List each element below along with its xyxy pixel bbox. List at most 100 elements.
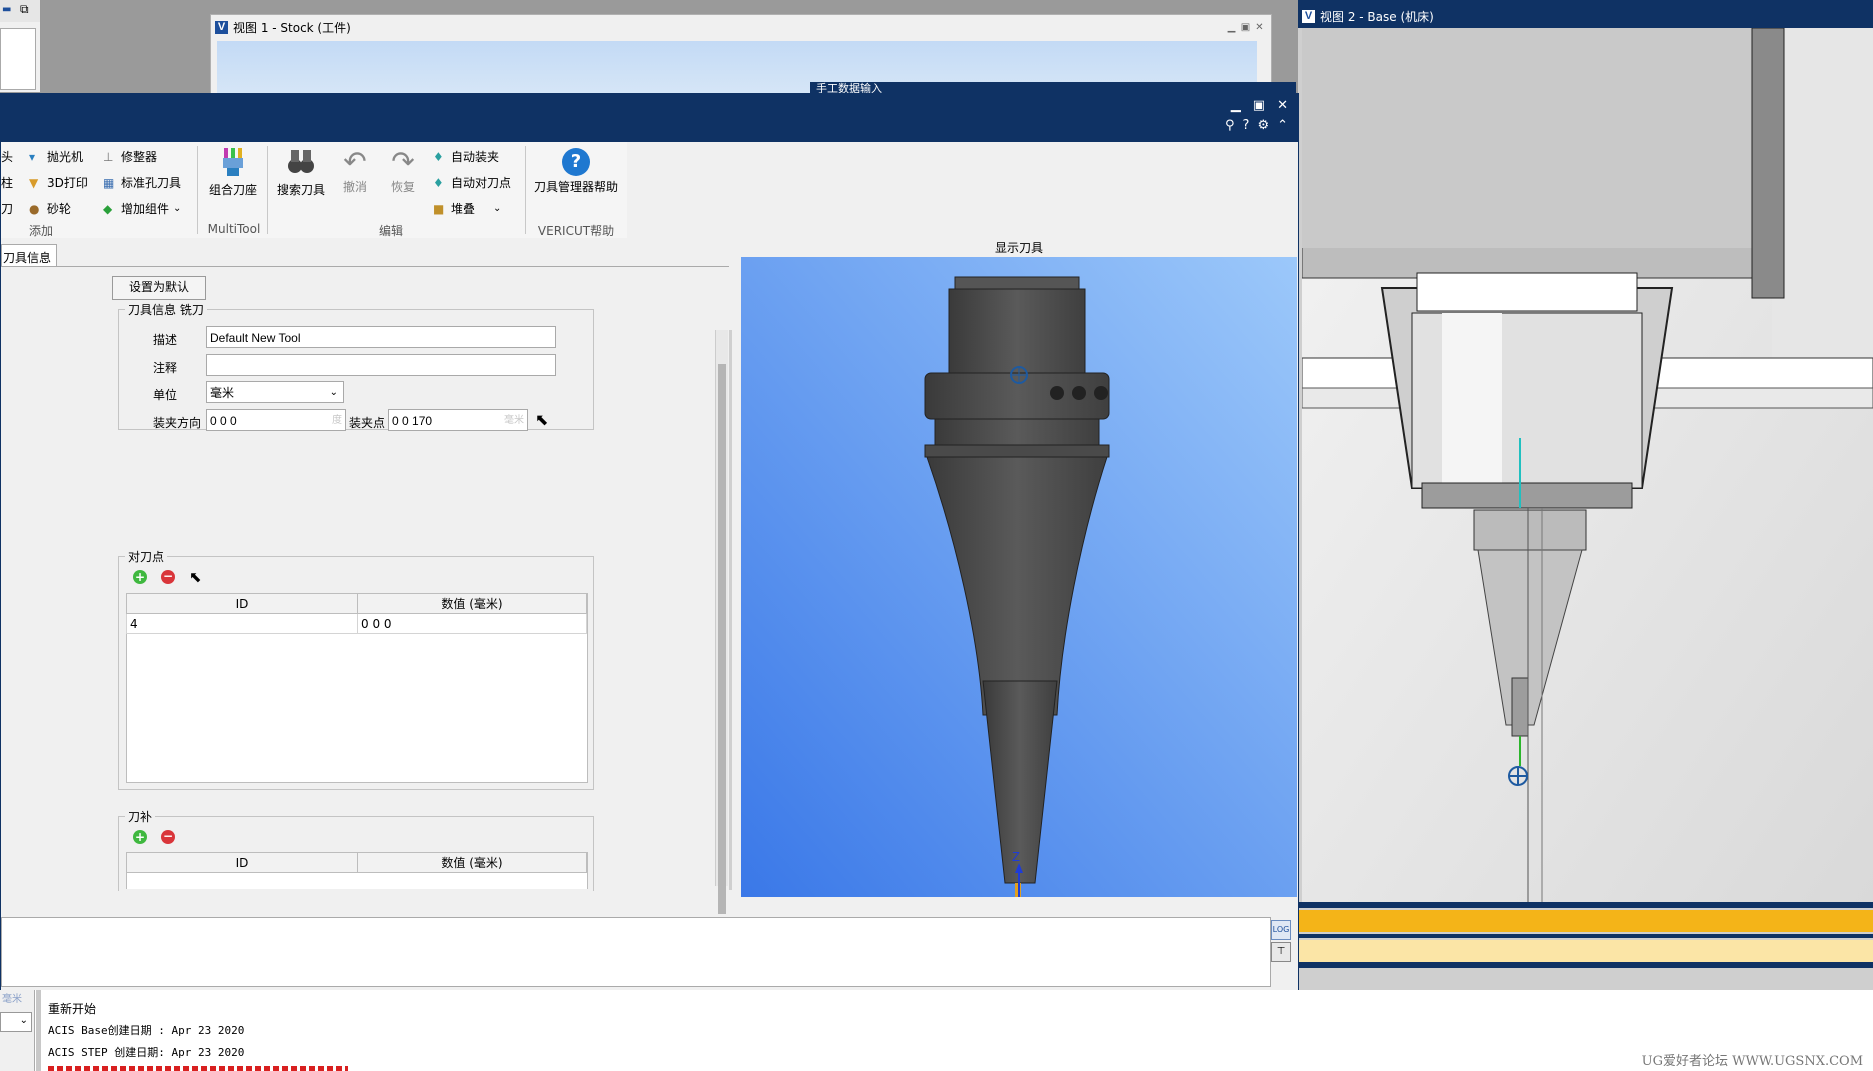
add-tool-point-icon[interactable]: +: [133, 570, 147, 584]
ribbon-add-head[interactable]: 头: [1, 148, 13, 165]
chevron-down-icon[interactable]: ⌄: [173, 203, 181, 214]
log-icon[interactable]: LOG: [1271, 920, 1291, 940]
auto-tool-point-button[interactable]: ♦ 自动对刀点: [433, 174, 511, 191]
log-line: 重新开始: [48, 1002, 97, 1016]
minimize-icon[interactable]: ▁: [1226, 23, 1237, 33]
chevron-down-icon[interactable]: ⌄: [493, 203, 501, 214]
log-splitter[interactable]: [36, 990, 41, 1071]
mount-direction-value: 0 0 0: [210, 414, 237, 428]
restore-icon[interactable]: ⧉: [20, 2, 29, 17]
ribbon-add-column[interactable]: 柱: [1, 174, 13, 191]
search-icon[interactable]: ⚲: [1225, 118, 1235, 133]
watermark: UG爱好者论坛 WWW.UGSNX.COM: [1641, 1054, 1863, 1069]
left-window-titlebar: ▬ ⧉: [0, 0, 40, 22]
ribbon-add-polisher[interactable]: ▾ 抛光机: [29, 148, 83, 165]
cut-unit-label: 毫米: [2, 994, 22, 1005]
format-icon[interactable]: ⊤: [1271, 942, 1291, 962]
group-label-multitool: MultiTool: [207, 222, 261, 236]
help-icon[interactable]: ?: [1243, 118, 1250, 133]
group-label-edit: 编辑: [378, 224, 403, 238]
add-tool-comp-icon[interactable]: +: [133, 830, 147, 844]
ribbon-separator: [197, 146, 198, 234]
panel-scrollbar[interactable]: [715, 330, 728, 914]
set-default-button[interactable]: 设置为默认: [112, 276, 206, 300]
pick-pointer-icon[interactable]: ⬉: [189, 568, 202, 586]
view2-title: 视图 2 - Base (机床): [1320, 10, 1434, 24]
mount-point-label: 装夹点: [349, 416, 386, 430]
machine-viewport[interactable]: [1302, 28, 1873, 902]
vericut-logo-icon: V: [1302, 10, 1315, 23]
undo-icon: ↶: [343, 145, 367, 178]
table-row[interactable]: 4 0 0 0: [126, 613, 587, 634]
window-controls: ▁ ▣ ✕: [1231, 98, 1288, 113]
auto-tool-point-icon: ♦: [433, 175, 444, 190]
column-header-id[interactable]: ID: [126, 852, 358, 873]
auto-mount-icon: ♦: [433, 149, 444, 164]
search-tool-button[interactable]: 搜索刀具: [273, 146, 329, 198]
log-line: ACIS STEP 创建日期: Apr 23 2020: [48, 1046, 245, 1059]
auto-mount-button[interactable]: ♦ 自动装夹: [433, 148, 499, 165]
column-header-value[interactable]: 数值 (毫米): [357, 593, 587, 614]
mount-point-value: 0 0 170: [392, 414, 433, 428]
view1-titlebar: V 视图 1 - Stock (工件): [215, 19, 351, 36]
view2-stripe-dark-2: [1298, 934, 1873, 938]
mount-direction-unit: 度: [332, 415, 342, 426]
view2-stripe-light: [1298, 940, 1873, 962]
tool-info-group-legend: 刀具信息 铣刀: [128, 303, 204, 317]
tool-manager-help-button[interactable]: ? 刀具管理器帮助: [531, 146, 621, 195]
tab-tool-info[interactable]: 刀具信息: [1, 244, 57, 267]
ribbon: 头 柱 刀 ▾ 抛光机 ▼ 3D打印 ● 砂轮 ⊥ 修整器 ▦ 标准孔刀具 ◆ 增加组件 ⌄…: [1, 142, 627, 239]
undo-button[interactable]: ↶ 撤消: [335, 146, 375, 195]
view1-window-controls: ▁ ▣ ✕: [1223, 19, 1265, 33]
column-header-value[interactable]: 数值 (毫米): [357, 852, 587, 873]
minimize-icon[interactable]: ▁: [1231, 98, 1241, 113]
mount-point-field[interactable]: 0 0 170 毫米: [388, 409, 528, 431]
message-area[interactable]: [1, 917, 1271, 987]
ribbon-add-3dprint[interactable]: ▼ 3D打印: [29, 174, 88, 191]
ribbon-add-dresser[interactable]: ⊥ 修整器: [103, 148, 157, 165]
tool-info-panel: 刀具信息 设置为默认 刀具信息 铣刀 描述 Default New Tool 注…: [1, 238, 732, 914]
close-icon[interactable]: ✕: [1277, 98, 1288, 113]
table-header-row: ID 数值 (毫米): [126, 593, 587, 614]
close-icon[interactable]: ✕: [1254, 23, 1265, 33]
description-field[interactable]: Default New Tool: [206, 326, 556, 348]
comment-field[interactable]: [206, 354, 556, 376]
table-cell-value[interactable]: 0 0 0: [357, 613, 587, 634]
chevron-down-icon: ⌄: [329, 387, 338, 398]
panel-splitter[interactable]: [729, 330, 732, 890]
mount-direction-field[interactable]: 0 0 0 度: [206, 409, 346, 431]
ribbon-add-standard-hole-tool[interactable]: ▦ 标准孔刀具: [103, 174, 181, 191]
group-label-help: VERICUT帮助: [537, 224, 615, 238]
tool-comp-group-legend: 刀补: [128, 810, 153, 824]
scrollbar-thumb[interactable]: [718, 364, 726, 914]
log-error-line-fragment: [48, 1066, 348, 1071]
collapse-ribbon-icon[interactable]: ⌃: [1277, 118, 1288, 133]
ribbon-add-knife[interactable]: 刀: [1, 200, 13, 217]
remove-tool-comp-icon[interactable]: −: [161, 830, 175, 844]
z-axis-label: Z: [1012, 849, 1020, 864]
column-header-id[interactable]: ID: [126, 593, 358, 614]
pick-pointer-icon[interactable]: ⬉: [535, 410, 548, 429]
unit-select[interactable]: 毫米 ⌄: [206, 381, 344, 403]
maximize-icon[interactable]: ▣: [1253, 98, 1265, 113]
tool-preview-viewport[interactable]: Z X: [741, 257, 1297, 897]
standard-hole-tool-icon: ▦: [103, 175, 115, 190]
redo-button[interactable]: ↷ 恢复: [383, 146, 423, 195]
table-cell-id[interactable]: 4: [126, 613, 358, 634]
stack-icon: ■: [433, 201, 445, 216]
view2-stripe-dark-3: [1298, 962, 1873, 968]
ribbon-add-grinding-wheel[interactable]: ● 砂轮: [29, 200, 71, 217]
display-tool-label: 显示刀具: [994, 241, 1043, 255]
view2-stripe-dark: [1298, 902, 1873, 908]
minimize-icon[interactable]: ▬: [2, 4, 11, 15]
combo-holder-button[interactable]: 组合刀座: [205, 146, 261, 198]
restore-icon[interactable]: ▣: [1240, 23, 1251, 33]
ribbon-add-component[interactable]: ◆ 增加组件 ⌄: [103, 200, 181, 217]
binoculars-icon: [288, 150, 314, 173]
log-dropdown[interactable]: ⌄: [0, 1012, 32, 1032]
remove-tool-point-icon[interactable]: −: [161, 570, 175, 584]
tool-manager-window: ▁ ▣ ✕ ⚲ ? ⚙ ⌃ 头 柱 刀 ▾ 抛光机 ▼ 3D打印 ● 砂轮 ⊥ 修整器 …: [0, 93, 1299, 992]
gear-icon[interactable]: ⚙: [1257, 118, 1269, 133]
stack-button[interactable]: ■ 堆叠 ⌄: [433, 200, 501, 217]
tool-manager-titlebar: ▁ ▣ ✕ ⚲ ? ⚙ ⌃: [1, 94, 1298, 142]
